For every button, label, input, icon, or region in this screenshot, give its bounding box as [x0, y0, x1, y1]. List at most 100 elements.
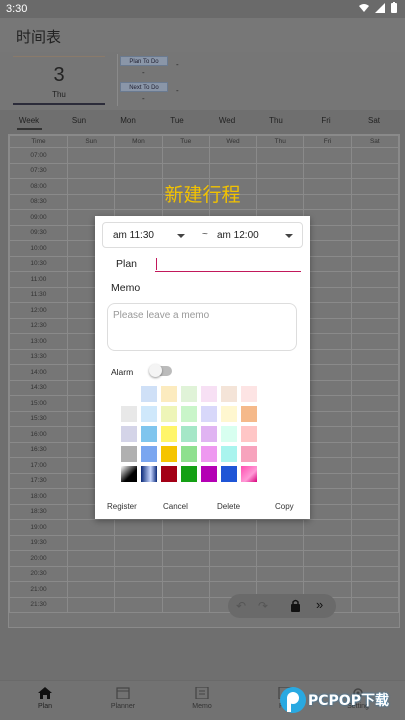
- tab-week[interactable]: Week: [9, 116, 49, 125]
- color-swatch[interactable]: [161, 446, 177, 462]
- nav-memo[interactable]: Memo: [172, 683, 232, 710]
- schedule-cell[interactable]: [66, 550, 116, 567]
- schedule-cell[interactable]: [303, 426, 352, 443]
- schedule-cell[interactable]: [350, 426, 399, 443]
- schedule-cell[interactable]: [208, 147, 258, 164]
- color-swatch[interactable]: [241, 406, 257, 422]
- end-time-chevron-down-icon[interactable]: [285, 234, 293, 238]
- schedule-cell[interactable]: [350, 488, 399, 505]
- tab-thu[interactable]: Thu: [256, 116, 296, 125]
- schedule-cell[interactable]: [350, 565, 399, 582]
- schedule-cell[interactable]: [66, 596, 116, 613]
- schedule-cell[interactable]: [161, 565, 210, 582]
- schedule-cell[interactable]: [114, 596, 163, 613]
- schedule-cell[interactable]: [350, 503, 399, 520]
- schedule-cell[interactable]: [350, 596, 399, 613]
- schedule-cell[interactable]: [303, 379, 352, 396]
- color-swatch[interactable]: [241, 446, 257, 462]
- schedule-cell[interactable]: [303, 519, 352, 536]
- schedule-cell[interactable]: [161, 519, 210, 536]
- color-swatch[interactable]: [241, 386, 257, 402]
- schedule-cell[interactable]: [303, 302, 352, 319]
- schedule-cell[interactable]: [350, 379, 399, 396]
- color-swatch[interactable]: [201, 386, 217, 402]
- schedule-cell[interactable]: [303, 503, 352, 520]
- schedule-cell[interactable]: [66, 162, 116, 179]
- color-swatch[interactable]: [221, 466, 237, 482]
- schedule-cell[interactable]: [114, 565, 163, 582]
- schedule-cell[interactable]: [303, 565, 352, 582]
- color-swatch[interactable]: [181, 446, 197, 462]
- color-swatch[interactable]: [181, 406, 197, 422]
- schedule-cell[interactable]: [350, 534, 399, 551]
- color-swatch[interactable]: [161, 466, 177, 482]
- tab-fri[interactable]: Fri: [306, 116, 346, 125]
- color-swatch[interactable]: [141, 446, 157, 462]
- schedule-cell[interactable]: [303, 488, 352, 505]
- schedule-cell[interactable]: [350, 364, 399, 381]
- schedule-cell[interactable]: [114, 519, 163, 536]
- color-swatch[interactable]: [141, 466, 157, 482]
- tab-wed[interactable]: Wed: [207, 116, 247, 125]
- color-swatch[interactable]: [221, 386, 237, 402]
- schedule-cell[interactable]: [256, 162, 305, 179]
- schedule-cell[interactable]: [303, 395, 352, 412]
- schedule-cell[interactable]: [66, 519, 116, 536]
- color-swatch[interactable]: [221, 406, 237, 422]
- schedule-cell[interactable]: [303, 317, 352, 334]
- schedule-cell[interactable]: [161, 596, 210, 613]
- schedule-cell[interactable]: [350, 162, 399, 179]
- tab-sat[interactable]: Sat: [354, 116, 394, 125]
- color-swatch[interactable]: [201, 466, 217, 482]
- schedule-cell[interactable]: [66, 581, 116, 598]
- color-swatch[interactable]: [201, 446, 217, 462]
- schedule-cell[interactable]: [303, 457, 352, 474]
- nav-planner[interactable]: Planner: [93, 683, 153, 710]
- schedule-cell[interactable]: [161, 550, 210, 567]
- plan-input[interactable]: [155, 256, 301, 272]
- start-time-select[interactable]: am 11:30: [113, 230, 154, 241]
- schedule-cell[interactable]: [66, 534, 116, 551]
- schedule-cell[interactable]: [350, 581, 399, 598]
- schedule-cell[interactable]: [303, 209, 352, 226]
- schedule-cell[interactable]: [350, 271, 399, 288]
- schedule-cell[interactable]: [303, 472, 352, 489]
- color-swatch[interactable]: [141, 386, 157, 402]
- color-swatch[interactable]: [181, 466, 197, 482]
- tab-sun[interactable]: Sun: [59, 116, 99, 125]
- color-swatch[interactable]: [201, 406, 217, 422]
- lock-icon[interactable]: [290, 599, 301, 612]
- memo-input[interactable]: [107, 303, 297, 351]
- schedule-cell[interactable]: [350, 209, 399, 226]
- schedule-cell[interactable]: [303, 364, 352, 381]
- schedule-cell[interactable]: [303, 333, 352, 350]
- redo-icon[interactable]: ↷: [258, 599, 268, 613]
- color-swatch[interactable]: [161, 426, 177, 442]
- schedule-cell[interactable]: [161, 147, 210, 164]
- end-time-select[interactable]: am 12:00: [217, 230, 259, 241]
- today-card[interactable]: 3 Thu: [13, 56, 105, 105]
- color-swatch[interactable]: [121, 466, 137, 482]
- delete-button[interactable]: Delete: [217, 502, 240, 511]
- schedule-cell[interactable]: [256, 550, 305, 567]
- schedule-cell[interactable]: [114, 162, 163, 179]
- schedule-cell[interactable]: [303, 286, 352, 303]
- schedule-cell[interactable]: [114, 147, 163, 164]
- schedule-cell[interactable]: [350, 286, 399, 303]
- color-swatch[interactable]: [221, 446, 237, 462]
- fast-forward-icon[interactable]: »: [316, 597, 323, 612]
- color-swatch[interactable]: [121, 426, 137, 442]
- schedule-cell[interactable]: [303, 441, 352, 458]
- alarm-toggle[interactable]: [149, 364, 172, 377]
- cancel-button[interactable]: Cancel: [163, 502, 188, 511]
- color-swatch[interactable]: [141, 426, 157, 442]
- schedule-cell[interactable]: [303, 162, 352, 179]
- schedule-cell[interactable]: [256, 565, 305, 582]
- color-swatch[interactable]: [241, 466, 257, 482]
- schedule-cell[interactable]: [303, 255, 352, 272]
- schedule-cell[interactable]: [303, 240, 352, 257]
- schedule-cell[interactable]: [256, 534, 305, 551]
- copy-button[interactable]: Copy: [275, 502, 294, 511]
- color-swatch[interactable]: [201, 426, 217, 442]
- color-swatch[interactable]: [161, 406, 177, 422]
